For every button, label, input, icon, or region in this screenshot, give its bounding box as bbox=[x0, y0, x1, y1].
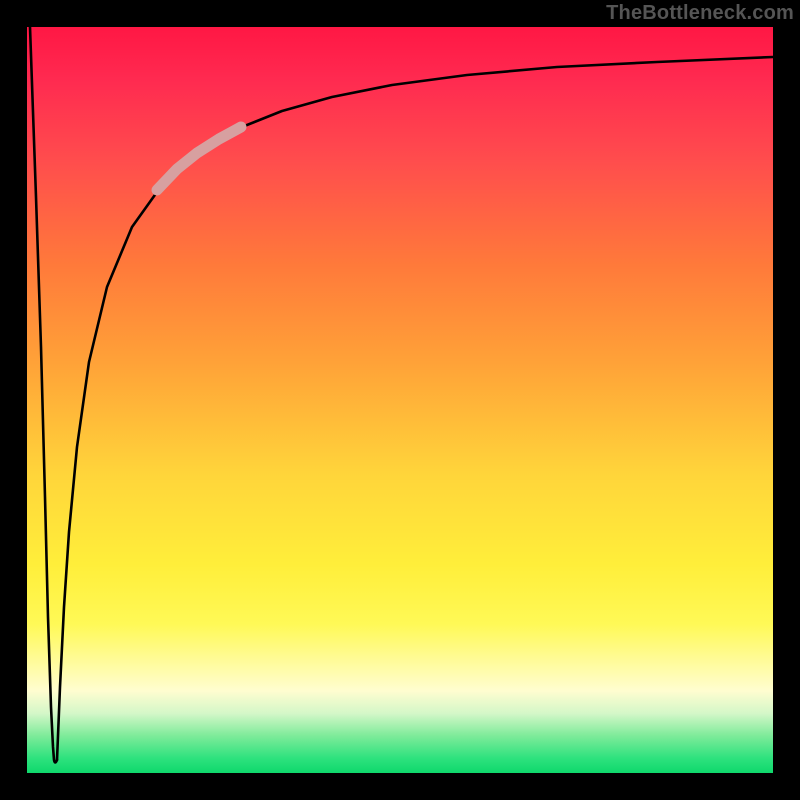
watermark-label: TheBottleneck.com bbox=[606, 2, 794, 25]
curve-left-branch bbox=[30, 27, 57, 763]
curve-layer bbox=[27, 27, 773, 773]
plot-area bbox=[27, 27, 773, 773]
curve-highlight-segment bbox=[157, 127, 241, 190]
bottleneck-curve-svg bbox=[27, 27, 773, 773]
chart-frame: TheBottleneck.com bbox=[0, 0, 800, 800]
curve-right-branch bbox=[57, 57, 773, 760]
